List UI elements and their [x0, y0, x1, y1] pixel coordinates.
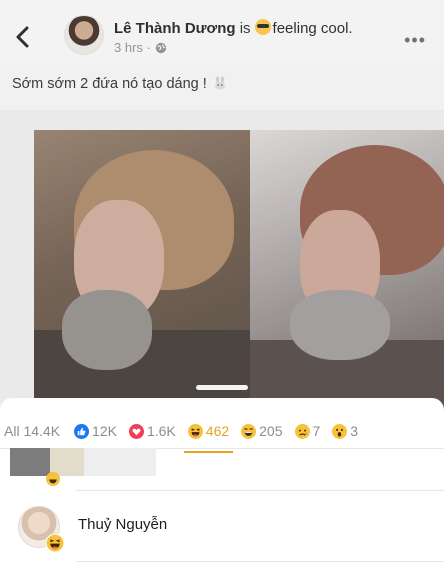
tab-all[interactable]: All 14.4K [0, 418, 68, 444]
haha-badge-icon [46, 472, 60, 486]
dim-overlay [0, 0, 444, 410]
reaction-tabs: All 14.4K 12K 1.6K 462 205 7 3 [0, 413, 444, 453]
tab-wow-count: 205 [259, 423, 283, 439]
tab-sad[interactable]: 7 [289, 418, 327, 444]
haha-icon [187, 423, 203, 439]
tab-like-count: 12K [92, 423, 117, 439]
tab-love-count: 1.6K [146, 423, 176, 439]
tab-angry[interactable]: 3 [326, 418, 364, 444]
tab-haha[interactable]: 462 [182, 418, 235, 453]
sad-icon [294, 423, 310, 439]
haha-icon [46, 534, 64, 552]
sheet-drag-handle[interactable] [196, 385, 248, 390]
tab-haha-count: 462 [205, 423, 230, 439]
wow-icon [241, 423, 257, 439]
tab-sad-count: 7 [312, 423, 321, 439]
tab-all-label: All 14.4K [4, 423, 61, 439]
reactor-row[interactable]: Thuỷ Nguyễn [0, 500, 444, 552]
love-icon [128, 423, 144, 439]
tab-love[interactable]: 1.6K [123, 418, 182, 444]
row-divider [76, 490, 444, 491]
reactor-name[interactable]: Thuỷ Nguyễn [78, 516, 167, 533]
obscured-reactor-row [10, 448, 156, 476]
row-divider [76, 561, 444, 562]
wow-open-mouth-icon [332, 423, 348, 439]
tab-wow[interactable]: 205 [235, 418, 288, 444]
tab-like[interactable]: 12K [68, 418, 123, 444]
like-icon [74, 423, 90, 439]
tab-angry-count: 3 [350, 423, 359, 439]
